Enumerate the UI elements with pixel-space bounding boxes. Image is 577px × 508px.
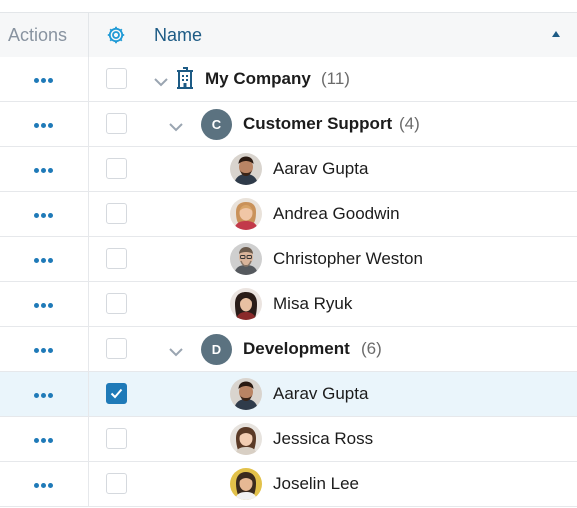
row-actions-button[interactable] [32,251,54,267]
column-divider [88,192,89,236]
row-actions-button[interactable] [32,476,54,492]
tree-grid: Actions Name My Company (11) C Customer … [0,0,577,508]
row-checkbox[interactable] [106,293,127,314]
table-row[interactable]: My Company (11) [0,57,577,102]
avatar [230,378,262,410]
sort-ascending-icon[interactable] [552,31,560,37]
table-row[interactable]: Andrea Goodwin [0,192,577,237]
avatar [230,423,262,455]
column-divider [88,147,89,191]
group-badge: C [201,109,232,140]
table-row[interactable]: Aarav Gupta [0,147,577,192]
row-checkbox[interactable] [106,203,127,224]
group-count: (6) [361,339,382,358]
table-row[interactable]: Christopher Weston [0,237,577,282]
row-checkbox[interactable] [106,428,127,449]
column-divider [88,102,89,146]
avatar [230,468,262,500]
row-checkbox[interactable] [106,383,127,404]
person-name: Andrea Goodwin [273,204,400,223]
avatar [230,288,262,320]
person-name: Aarav Gupta [273,159,369,178]
group-label: My Company [205,69,311,88]
row-actions-button[interactable] [32,71,54,87]
column-divider [88,57,89,101]
row-checkbox[interactable] [106,248,127,269]
building-icon [174,67,196,91]
check-icon [110,388,123,399]
person-name: Joselin Lee [273,474,360,493]
row-checkbox[interactable] [106,473,127,494]
group-badge: D [201,334,232,365]
actions-column-header: Actions [8,25,68,45]
grid-header: Actions Name [0,12,577,58]
row-actions-button[interactable] [32,161,54,177]
table-row[interactable]: D Development (6) [0,327,577,372]
table-row[interactable]: C Customer Support (4) [0,102,577,147]
row-actions-button[interactable] [32,341,54,357]
row-checkbox[interactable] [106,338,127,359]
row-actions-button[interactable] [32,386,54,402]
person-name: Christopher Weston [273,249,423,268]
avatar [230,198,262,230]
column-divider [88,327,89,371]
name-column-header[interactable]: Name [154,13,202,57]
table-row[interactable]: Aarav Gupta [0,372,577,417]
group-label: Customer Support [243,114,393,133]
row-actions-button[interactable] [32,206,54,222]
column-divider [88,417,89,461]
column-divider [88,237,89,281]
avatar [230,243,262,275]
chevron-down-icon[interactable] [153,74,169,87]
group-count: (4) [399,114,420,133]
row-actions-button[interactable] [32,296,54,312]
table-row[interactable]: Jessica Ross [0,417,577,462]
table-row[interactable]: Joselin Lee [0,462,577,507]
row-actions-button[interactable] [32,116,54,132]
row-checkbox[interactable] [106,158,127,179]
column-divider [88,282,89,326]
column-divider [88,372,89,416]
gear-icon[interactable] [106,25,126,45]
chevron-down-icon[interactable] [168,344,184,357]
person-name: Misa Ryuk [273,294,353,313]
group-count: (11) [321,69,350,88]
column-divider [88,13,89,57]
column-divider [88,462,89,506]
chevron-down-icon[interactable] [168,119,184,132]
group-label: Development [243,339,350,358]
row-actions-button[interactable] [32,431,54,447]
person-name: Aarav Gupta [273,384,369,403]
row-checkbox[interactable] [106,68,127,89]
table-row[interactable]: Misa Ryuk [0,282,577,327]
grid-body: My Company (11) C Customer Support (4) A… [0,57,577,507]
person-name: Jessica Ross [273,429,374,448]
avatar [230,153,262,185]
row-checkbox[interactable] [106,113,127,134]
